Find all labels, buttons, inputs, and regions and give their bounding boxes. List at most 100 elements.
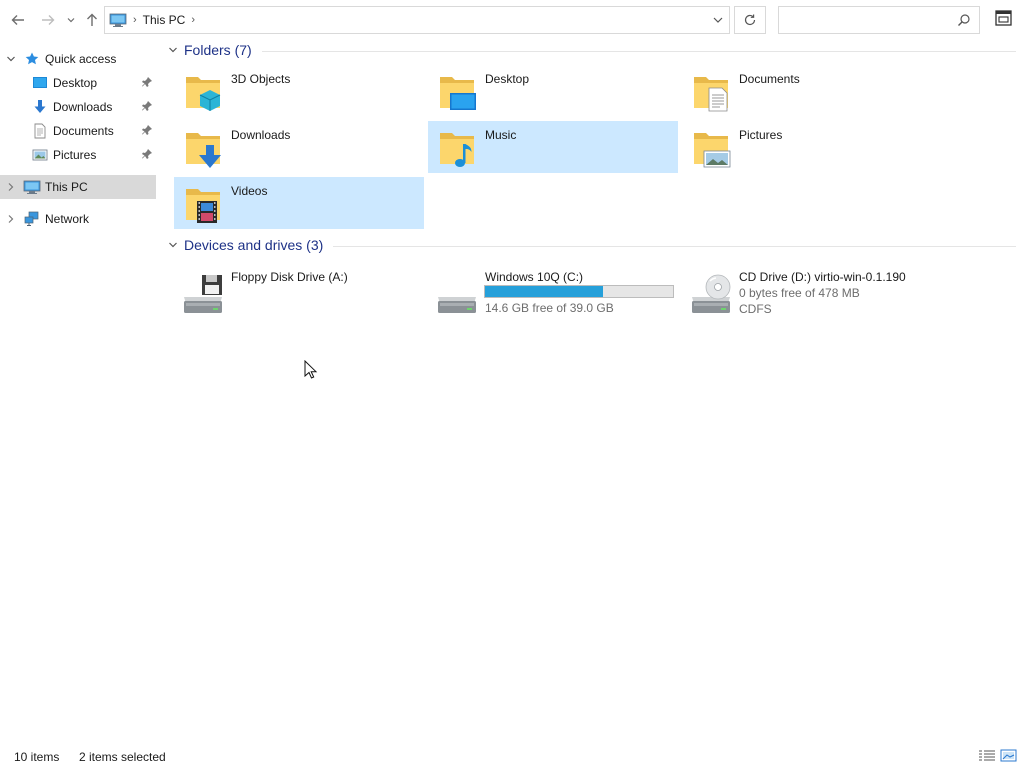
chevron-down-icon[interactable] <box>168 45 178 55</box>
drive-usage-bar <box>484 285 674 298</box>
folder-tile-3d-objects[interactable]: 3D Objects <box>174 65 424 117</box>
sidebar-item-desktop[interactable]: Desktop <box>0 71 156 95</box>
network-icon <box>24 211 39 226</box>
folder-name: Pictures <box>739 128 783 142</box>
cd-drive-icon <box>692 274 731 313</box>
drive-free-space: 0 bytes free of 478 MB <box>739 286 860 300</box>
status-bar: 10 items 2 items selected <box>0 744 1024 768</box>
3d-objects-folder-icon <box>186 77 221 111</box>
drive-name: CD Drive (D:) virtio-win-0.1.190 <box>739 270 906 284</box>
preview-pane-button[interactable] <box>994 8 1016 30</box>
breadcrumb-separator[interactable]: › <box>133 14 137 26</box>
folder-tile-desktop[interactable]: Desktop <box>428 65 678 117</box>
pin-icon <box>142 77 152 87</box>
refresh-button[interactable] <box>734 6 766 34</box>
folder-tile-pictures[interactable]: Pictures <box>682 121 932 173</box>
folder-name: Documents <box>739 72 800 86</box>
details-view-icon <box>979 750 995 761</box>
search-input[interactable] <box>779 7 949 33</box>
chevron-down-icon[interactable] <box>6 54 16 64</box>
navigation-pane: Quick access Desktop Downloads Documents… <box>0 44 158 744</box>
sidebar-item-downloads[interactable]: Downloads <box>0 95 156 119</box>
sidebar-item-quick-access[interactable]: Quick access <box>0 47 156 71</box>
pin-icon <box>142 125 152 135</box>
folder-tile-documents[interactable]: Documents <box>682 65 932 117</box>
large-icons-view-button[interactable] <box>1000 749 1018 763</box>
folder-name: Music <box>485 128 517 142</box>
mouse-pointer-icon <box>304 360 318 379</box>
sidebar-item-label: Network <box>45 212 90 226</box>
sidebar-item-pictures[interactable]: Pictures <box>0 143 156 167</box>
folder-tile-videos[interactable]: Videos <box>174 177 424 229</box>
drive-usage-fill <box>485 286 603 297</box>
pictures-icon <box>32 149 48 161</box>
downloads-folder-icon <box>186 133 221 168</box>
up-arrow-icon <box>87 13 97 26</box>
sidebar-item-label: Pictures <box>53 148 97 162</box>
search-box[interactable] <box>778 6 980 34</box>
selection-count: 2 items selected <box>79 750 166 764</box>
refresh-icon <box>744 14 756 26</box>
group-divider <box>333 245 1016 247</box>
star-icon <box>25 52 39 65</box>
sidebar-item-documents[interactable]: Documents <box>0 119 156 143</box>
documents-icon <box>34 123 46 139</box>
sidebar-item-network[interactable]: Network <box>0 207 156 231</box>
item-count: 10 items <box>14 750 60 764</box>
pin-icon <box>142 101 152 111</box>
sidebar-item-label: Downloads <box>53 100 113 114</box>
group-title: Folders (7) <box>184 42 252 58</box>
chevron-down-icon[interactable] <box>168 240 178 250</box>
folder-name: Videos <box>231 184 268 198</box>
chevron-down-icon <box>67 18 75 23</box>
computer-icon <box>23 180 41 194</box>
drive-tile-c[interactable]: Windows 10Q (C:) 14.6 GB free of 39.0 GB <box>428 263 678 323</box>
folder-tile-music[interactable]: Music <box>428 121 678 173</box>
computer-icon <box>109 13 127 27</box>
content-area: Folders (7) 3D Objects Desktop Documents… <box>164 40 1020 744</box>
pictures-folder-icon <box>694 133 731 168</box>
back-arrow-icon <box>11 15 24 25</box>
floppy-drive-icon <box>184 275 222 313</box>
back-button[interactable] <box>6 8 30 32</box>
videos-folder-icon <box>186 189 220 223</box>
folders-group-header[interactable]: Folders (7) <box>164 40 1016 60</box>
window-pane-icon <box>995 10 1012 26</box>
group-divider <box>261 50 1016 52</box>
sidebar-item-label: Desktop <box>53 76 98 90</box>
hard-drive-icon <box>438 297 476 313</box>
address-bar[interactable]: › This PC › <box>104 6 730 34</box>
search-icon[interactable] <box>957 13 971 27</box>
sidebar-item-label: Quick access <box>45 52 117 66</box>
desktop-icon <box>33 77 47 88</box>
documents-folder-icon <box>694 77 728 112</box>
breadcrumb-separator[interactable]: › <box>191 14 195 26</box>
large-icons-view-icon <box>1000 749 1017 762</box>
downloads-icon <box>34 100 46 113</box>
chevron-right-icon[interactable] <box>6 214 16 224</box>
folder-name: 3D Objects <box>231 72 291 86</box>
sidebar-item-label: Documents <box>53 124 114 138</box>
drive-name: Windows 10Q (C:) <box>485 270 584 284</box>
pin-icon <box>142 149 152 159</box>
navigation-bar: › This PC › <box>0 0 1024 40</box>
breadcrumb-this-pc[interactable]: This PC <box>143 13 186 27</box>
drive-tile-d[interactable]: CD Drive (D:) virtio-win-0.1.190 0 bytes… <box>682 263 932 323</box>
music-folder-icon <box>440 133 474 167</box>
address-dropdown-icon[interactable] <box>711 13 725 27</box>
desktop-folder-icon <box>440 77 476 110</box>
drives-group-header[interactable]: Devices and drives (3) <box>164 235 1016 255</box>
details-view-button[interactable] <box>978 749 996 763</box>
chevron-right-icon[interactable] <box>6 182 16 192</box>
drive-filesystem: CDFS <box>739 302 772 316</box>
sidebar-item-this-pc[interactable]: This PC <box>0 175 156 199</box>
forward-button[interactable] <box>36 8 60 32</box>
folder-name: Desktop <box>485 72 530 86</box>
drive-name: Floppy Disk Drive (A:) <box>231 270 348 284</box>
folder-name: Downloads <box>231 128 291 142</box>
folder-tile-downloads[interactable]: Downloads <box>174 121 424 173</box>
group-title: Devices and drives (3) <box>184 237 324 253</box>
recent-locations-button[interactable] <box>62 8 80 32</box>
drive-tile-floppy[interactable]: Floppy Disk Drive (A:) <box>174 263 424 323</box>
up-button[interactable] <box>80 8 104 32</box>
